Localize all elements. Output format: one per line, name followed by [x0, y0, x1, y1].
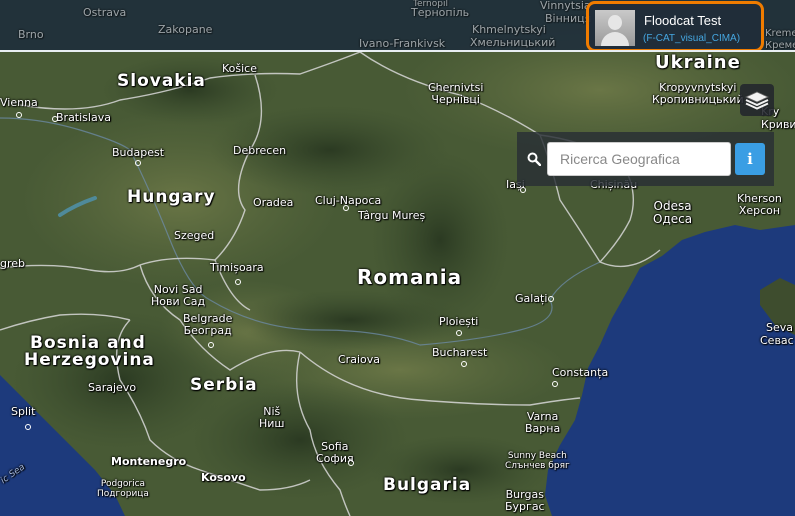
- map-terrain: [0, 0, 795, 516]
- user-code[interactable]: (F-CAT_visual_CIMA): [643, 33, 740, 44]
- avatar-head: [608, 15, 622, 30]
- map-label-vinnytsia-cyrillic: Вінниця: [545, 12, 592, 25]
- avatar[interactable]: [595, 10, 635, 46]
- user-name[interactable]: Floodcat Test: [644, 13, 721, 28]
- map-label-kreme-cyrillic: Кремe: [765, 40, 795, 51]
- map-label-ternopil: Ternopil: [413, 0, 448, 9]
- user-profile-box[interactable]: Floodcat Test (F-CAT_visual_CIMA): [586, 1, 764, 50]
- map-label-vinnytsia: Vinnytsia: [540, 0, 591, 12]
- map-label-zakopane: Zakopane: [158, 23, 213, 36]
- search-icon[interactable]: [527, 152, 541, 166]
- map-label-ostrava: Ostrava: [83, 6, 127, 19]
- geo-search-panel: i: [517, 132, 774, 186]
- layers-button[interactable]: [740, 84, 774, 116]
- map-label-brno: Brno: [18, 28, 44, 41]
- map-label-khmelnytskyi-cyrillic: Хмельницький: [470, 36, 556, 49]
- satellite-map[interactable]: [0, 0, 795, 516]
- geo-search-input[interactable]: [547, 142, 731, 176]
- top-bar: Ostrava Brno Zakopane Тернопіль Ternopil…: [0, 0, 795, 52]
- map-label-kreme: Kreme: [765, 28, 795, 39]
- avatar-body: [601, 32, 629, 46]
- map-label-ivano-frankivsk: Ivano-Frankivsk: [359, 37, 446, 50]
- info-button[interactable]: i: [735, 143, 765, 175]
- map-label-khmelnytskyi: Khmelnytskyi: [472, 23, 546, 36]
- layers-icon: [745, 91, 769, 110]
